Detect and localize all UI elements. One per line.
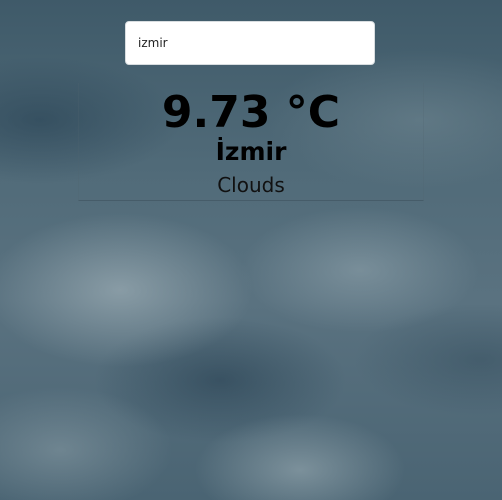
weather-app: { "search": { "value": "izmir", "placeho… <box>0 0 502 500</box>
city-name: İzmir <box>215 137 287 166</box>
city-search-input[interactable] <box>125 21 375 65</box>
weather-condition: Clouds <box>217 173 285 197</box>
temperature-value: 9.73 °C <box>161 87 341 138</box>
weather-card: 9.73 °C İzmir Clouds <box>78 83 424 201</box>
